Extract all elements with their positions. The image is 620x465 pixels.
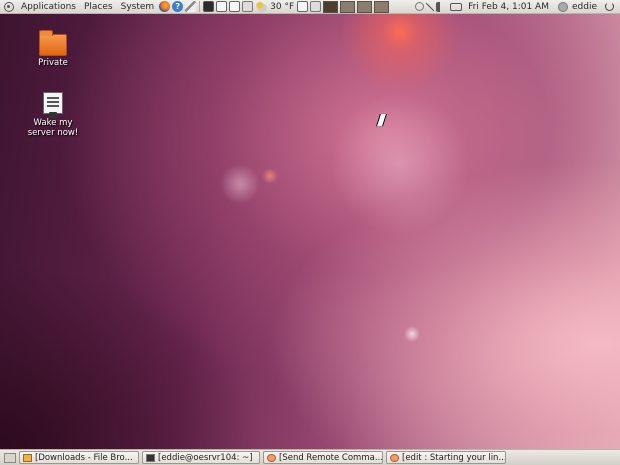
bottom-panel: [Downloads - File Bro... [eddie@oesrvr10… — [0, 449, 620, 465]
network-icon[interactable] — [242, 1, 254, 12]
workspace-4[interactable] — [374, 0, 390, 13]
desktop-icon-private[interactable]: Private — [18, 30, 88, 68]
desktop-icon-label: Private — [38, 58, 68, 68]
screenshot-icon[interactable] — [297, 1, 309, 12]
desktop-icon-label: Wake my server now! — [27, 118, 79, 138]
menu-system[interactable]: System — [117, 2, 159, 12]
clock[interactable]: Fri Feb 4, 1:01 AM — [463, 2, 554, 12]
volume-icon[interactable] — [436, 1, 449, 12]
desktop-wallpaper — [0, 14, 620, 449]
script-icon — [43, 92, 63, 118]
taskbar-item-label: [eddie@oesrvr104: ~] — [158, 452, 253, 463]
remote-command-icon — [267, 453, 276, 462]
user-status-icon — [557, 1, 568, 12]
menu-places[interactable]: Places — [80, 2, 117, 12]
power-icon[interactable] — [605, 2, 614, 11]
terminal-icon — [146, 453, 155, 462]
taskbar-item-send-remote-command[interactable]: [Send Remote Comma... — [263, 451, 383, 464]
firefox-icon[interactable] — [159, 1, 171, 12]
network-status-icon[interactable] — [415, 2, 425, 11]
main-menu: Applications Places System — [0, 0, 158, 14]
top-panel: Applications Places System ? 30 °F Fri F… — [0, 0, 620, 14]
file-manager-icon — [23, 453, 32, 462]
desktop-icon-wake-server[interactable]: Wake my server now! — [18, 92, 88, 138]
panel-separator — [199, 1, 201, 12]
trash-icon[interactable] — [310, 1, 322, 12]
menu-applications[interactable]: Applications — [17, 2, 80, 12]
workspace-1[interactable] — [323, 0, 339, 13]
user-menu[interactable]: eddie — [568, 2, 601, 12]
terminal-icon[interactable] — [203, 1, 215, 12]
mail-icon[interactable] — [450, 2, 463, 11]
show-desktop-button[interactable] — [4, 452, 16, 463]
workspace-3[interactable] — [357, 0, 373, 13]
taskbar-item-terminal[interactable]: [eddie@oesrvr104: ~] — [142, 451, 260, 464]
help-icon[interactable]: ? — [172, 1, 184, 12]
taskbar-item-label: [Send Remote Comma... — [279, 452, 383, 463]
window-icon[interactable] — [229, 1, 241, 12]
folder-icon — [39, 30, 67, 56]
taskbar-item-label: [edit : Starting your lin... — [402, 452, 506, 463]
text-editor-icon[interactable] — [185, 1, 197, 12]
ubuntu-logo-icon[interactable] — [4, 1, 14, 12]
notes-icon[interactable] — [216, 1, 228, 12]
taskbar-item-file-browser[interactable]: [Downloads - File Bro... — [19, 451, 139, 464]
remote-command-icon — [390, 453, 399, 462]
taskbar-item-label: [Downloads - File Bro... — [35, 452, 133, 463]
taskbar-item-edit[interactable]: [edit : Starting your lin... — [386, 451, 506, 464]
workspace-2[interactable] — [340, 0, 356, 13]
weather-temperature[interactable]: 30 °F — [268, 2, 296, 12]
weather-icon[interactable] — [255, 1, 268, 12]
bluetooth-icon[interactable] — [426, 1, 435, 12]
